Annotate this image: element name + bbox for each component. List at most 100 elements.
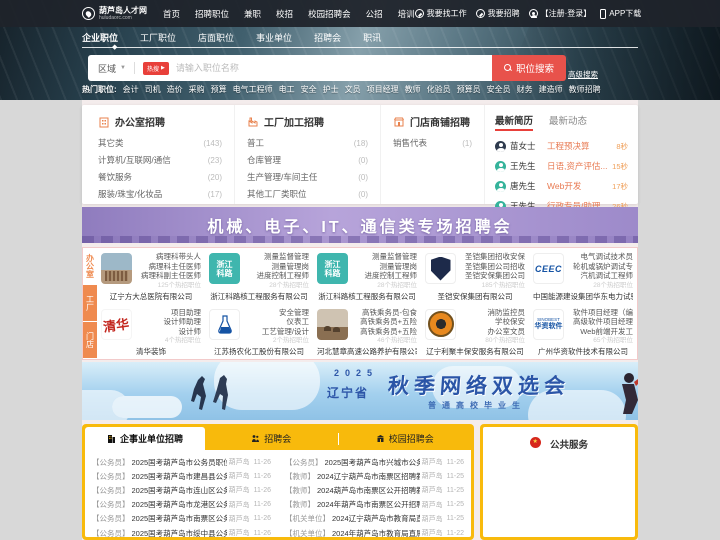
- listing-row[interactable]: 【公务员】2025国考葫芦岛市连山区公务员…葫芦岛11-26: [92, 483, 271, 497]
- job-search-button[interactable]: 职位搜索: [492, 55, 566, 81]
- hot-keyword[interactable]: 预算: [211, 84, 227, 95]
- company-card[interactable]: 圣铠集团招收安保 圣铠集团公司招收 圣铠安保集团公司 185个热招职位 圣铠安保集团有…: [421, 248, 529, 304]
- storefront-icon: [394, 117, 404, 126]
- tab-institution-jobs[interactable]: 企事业单位招聘: [85, 427, 205, 450]
- hot-keyword[interactable]: 化验员: [427, 84, 451, 95]
- nav-home[interactable]: 首页: [163, 8, 180, 20]
- hot-keyword[interactable]: 文员: [345, 84, 361, 95]
- category-link[interactable]: 销售代表 (1): [393, 135, 472, 152]
- job-search-input[interactable]: [175, 63, 480, 73]
- listing-row[interactable]: 【公务员】2025国考葫芦岛市兴城市公务员…葫芦岛11-26: [285, 455, 464, 469]
- hot-keyword[interactable]: 采购: [189, 84, 205, 95]
- announcer-illustration: [622, 373, 638, 414]
- hot-keyword[interactable]: 安全员: [487, 84, 511, 95]
- subnav-company-jobs[interactable]: 企业职位: [82, 31, 118, 44]
- category-link[interactable]: 其他工厂类职位 (0): [247, 186, 368, 203]
- nav-public[interactable]: 公招: [366, 8, 383, 20]
- subnav-store-jobs[interactable]: 店面职位: [198, 31, 234, 44]
- listing-row[interactable]: 【教师】2024辽宁葫芦岛市南票区招聘教…葫芦岛11-25: [285, 469, 464, 483]
- hot-keyword[interactable]: 财务: [517, 84, 533, 95]
- company-card[interactable]: 浙江科路 测量监督管理 测量管理岗 进度控制工程师 28个热招职位 浙江科路核工程服务…: [205, 248, 313, 304]
- category-link[interactable]: 普工 (18): [247, 135, 368, 152]
- hot-keyword[interactable]: 护士: [323, 84, 339, 95]
- tab-latest-activity[interactable]: 最新动态: [549, 113, 587, 131]
- advanced-search-link[interactable]: 高级搜索: [568, 69, 598, 80]
- resume-item[interactable]: 苗女士 工程预决算 8秒: [495, 136, 628, 156]
- listing-row[interactable]: 【机关单位】2024年葫芦岛市教育局直属学校…葫芦岛11-22: [285, 526, 464, 540]
- company-logo: 清华: [101, 308, 132, 340]
- nav-training[interactable]: 培训: [398, 8, 415, 20]
- register-login-link[interactable]: 【注册·登录】: [528, 8, 591, 19]
- hot-keyword[interactable]: 安全: [301, 84, 317, 95]
- hot-keyword[interactable]: 建造师: [539, 84, 563, 95]
- region-dropdown[interactable]: 区域: [98, 62, 116, 75]
- company-card[interactable]: 高铁乘务员-包食 高铁乘务员+五险 高铁乘务员+五险 46个热招职位 河北慧章高速公路…: [313, 304, 421, 360]
- listing-row[interactable]: 【机关单位】2024辽宁葫芦岛市教育局直属学…葫芦岛11-25: [285, 512, 464, 526]
- tab-latest-resumes[interactable]: 最新简历: [495, 113, 534, 131]
- company-tab-office[interactable]: 办公室: [83, 248, 97, 285]
- company-card[interactable]: 病理科带头人 病理科主任医师 病理科副主任医师 125个热招职位 辽宁方大总医院有限公…: [97, 248, 205, 304]
- category-link[interactable]: 计算机/互联网/通信 (23): [98, 152, 222, 169]
- hot-keyword[interactable]: 电工: [279, 84, 295, 95]
- chevron-down-icon[interactable]: [120, 65, 126, 71]
- public-jobs-card: 企事业单位招聘 招聘会 校园招聘会 【公务员】2025国考葫芦岛市公务员职位表葫…: [82, 424, 474, 540]
- hot-keyword[interactable]: 电气工程师: [233, 84, 273, 95]
- nav-campus[interactable]: 校招: [276, 8, 293, 20]
- company-card[interactable]: 消防监控员 学校保安 办公室文员 80个热招职位 辽宁利聚丰保安服务有限公司: [421, 304, 529, 360]
- company-card[interactable]: 安全管理 仪表工 工艺管理/设计 2个热招职位 江苏扬农化工股份有限公司: [205, 304, 313, 360]
- hot-jobs-row: 热门职位: 会计 司机 造价 采购 预算 电气工程师 电工 安全 护士 文员 项…: [82, 84, 638, 95]
- listing-row[interactable]: 【公务员】2025国考葫芦岛市龙港区公务员…葫芦岛11-26: [92, 498, 271, 512]
- company-card[interactable]: CEEC 电气调试技术员 轮机或锅炉调试专 汽机调试工程师 28个热招职位 中国能源建…: [529, 248, 637, 304]
- category-title: 工厂加工招聘: [264, 118, 324, 129]
- resume-item[interactable]: 唐先生 Web开发 17秒: [495, 176, 628, 196]
- public-service-title: 公共服务: [549, 440, 588, 451]
- company-tab-store[interactable]: 门店: [83, 322, 97, 359]
- special-job-fair-banner[interactable]: 机械、电子、IT、通信类专场招聘会: [82, 207, 638, 243]
- play-arrow-icon: [161, 65, 165, 71]
- category-link[interactable]: 餐饮服务 (20): [98, 169, 222, 186]
- nav-parttime[interactable]: 兼职: [244, 8, 261, 20]
- nav-campus-fair[interactable]: 校园招聘会: [308, 8, 351, 20]
- logo-flame-icon: [82, 7, 95, 20]
- hot-keyword[interactable]: 预算员: [457, 84, 481, 95]
- listing-row[interactable]: 【教师】2024年葫芦岛市南票区公开招聘…葫芦岛11-25: [285, 498, 464, 512]
- subnav-factory-jobs[interactable]: 工厂职位: [140, 31, 176, 44]
- hot-keyword[interactable]: 司机: [145, 84, 161, 95]
- public-service-card: 公共服务: [480, 424, 638, 540]
- category-link[interactable]: 服装/珠宝/化妆品 (17): [98, 186, 222, 203]
- resume-item[interactable]: 王先生 日语,资产评估... 15秒: [495, 156, 628, 176]
- hot-keyword[interactable]: 会计: [123, 84, 139, 95]
- banner-province: 辽宁省: [327, 386, 370, 400]
- hot-keyword[interactable]: 造价: [167, 84, 183, 95]
- listing-row[interactable]: 【公务员】2025国考葫芦岛市公务员职位表葫芦岛11-26: [92, 455, 271, 469]
- category-link[interactable]: 仓库管理 (0): [247, 152, 368, 169]
- hire-link[interactable]: 我要招聘: [475, 8, 520, 19]
- subnav-news[interactable]: 职讯: [363, 31, 381, 44]
- divider: [133, 62, 135, 74]
- company-card[interactable]: SINOBEST 华资软件 软件项目经理（编 高级软件项目经理 Web前端开发工 65个…: [529, 304, 637, 360]
- company-card[interactable]: 清华 项目助理 设计师助理 设计师 4个热招职位 清华装饰: [97, 304, 205, 360]
- banner-title: 秋季网络双选会: [387, 375, 571, 398]
- tab-job-fair[interactable]: 招聘会: [205, 427, 338, 450]
- category-title: 办公室招聘: [115, 118, 165, 129]
- category-link[interactable]: 其它类 (143): [98, 135, 222, 152]
- hot-keyword[interactable]: 教师招聘: [569, 84, 601, 95]
- listing-row[interactable]: 【公务员】2025国考葫芦岛市绥中县公务员…葫芦岛11-26: [92, 526, 271, 540]
- hot-keyword-badge[interactable]: 热搜: [142, 61, 169, 75]
- site-logo[interactable]: 葫芦岛人才网 huludaorc.com: [82, 6, 147, 21]
- nav-jobs[interactable]: 招聘职位: [195, 8, 229, 20]
- autumn-online-fair-banner[interactable]: 2025 辽宁省 秋季网络双选会 普通高校毕业生: [82, 362, 638, 420]
- listing-row[interactable]: 【公务员】2025国考葫芦岛市建昌县公务员…葫芦岛11-26: [92, 469, 271, 483]
- subnav-job-fair[interactable]: 招聘会: [314, 31, 341, 44]
- listing-row[interactable]: 【教师】2024葫芦岛市南票区公开招聘教…葫芦岛11-25: [285, 483, 464, 497]
- company-tab-factory[interactable]: 工厂: [83, 285, 97, 322]
- hot-keyword[interactable]: 教师: [405, 84, 421, 95]
- company-card[interactable]: 浙江科路 测量监督管理 测量管理岗 进度控制工程师 28个热招职位 浙江科路核工程服务…: [313, 248, 421, 304]
- hot-keyword[interactable]: 项目经理: [367, 84, 399, 95]
- app-download-link[interactable]: APP下载: [600, 8, 641, 19]
- listing-row[interactable]: 【公务员】2025国考葫芦岛市南票区公务员…葫芦岛11-26: [92, 512, 271, 526]
- tab-campus-fair[interactable]: 校园招聘会: [339, 427, 472, 450]
- category-link[interactable]: 生产管理/车间主任 (0): [247, 169, 368, 186]
- subnav-institution-jobs[interactable]: 事业单位: [256, 31, 292, 44]
- find-job-link[interactable]: 我要找工作: [414, 8, 467, 19]
